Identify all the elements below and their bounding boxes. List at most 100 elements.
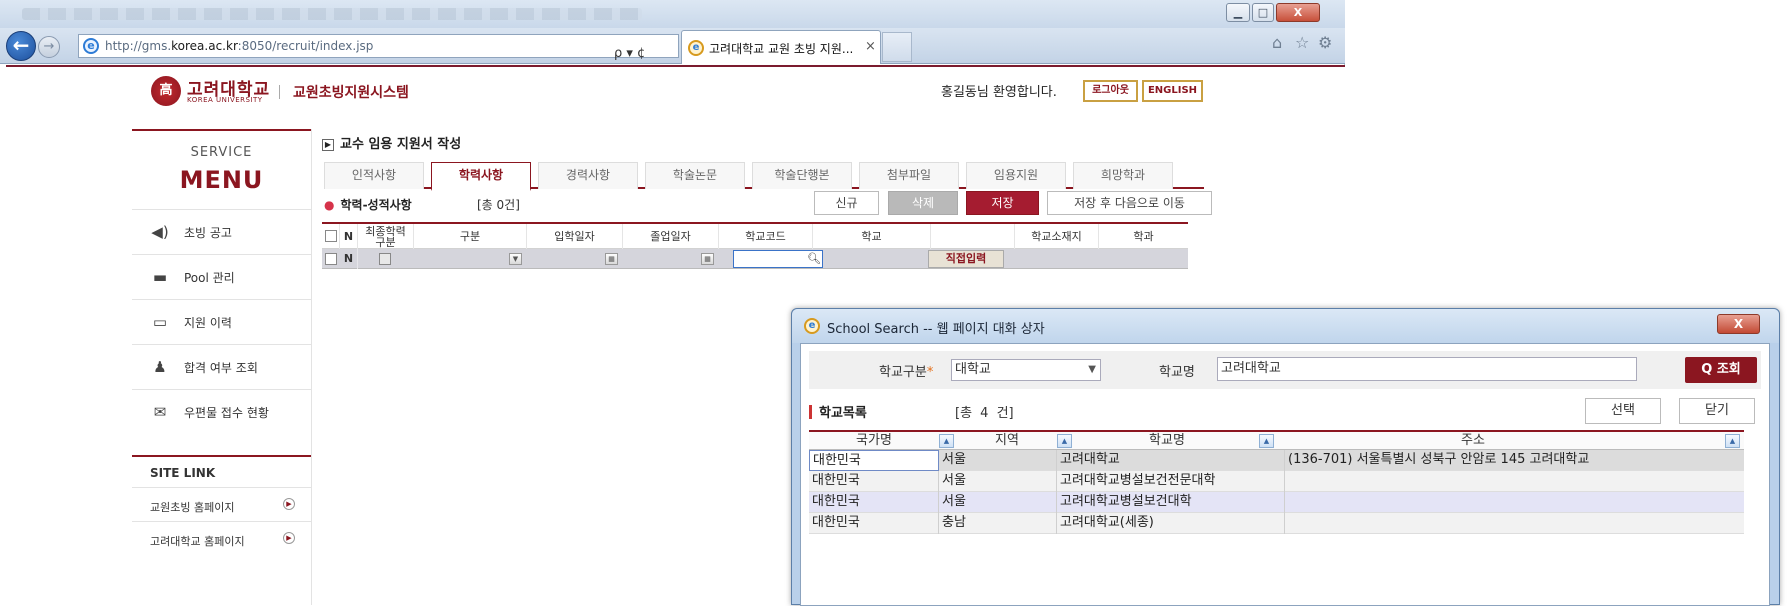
ie-tab-icon: e [688,40,704,56]
select-all-checkbox[interactable] [325,230,337,242]
sidebar-item-label: 우편물 접수 현황 [184,406,269,420]
sidebar-item-mail[interactable]: ✉ 우편물 접수 현황 [132,389,311,434]
save-button[interactable]: 저장 [966,191,1039,215]
table-row[interactable]: 대한민국 서울 고려대학교병설보건전문대학 [809,471,1744,492]
sort-icon[interactable]: ▲ [939,434,954,448]
cell-school[interactable]: 고려대학교병설보건대학 [1057,492,1285,513]
direct-input-button[interactable]: 직접입력 [928,250,1004,268]
tab-close-icon[interactable]: × [865,39,876,54]
cell-address[interactable]: (136-701) 서울특별시 성북구 안암로 145 고려대학교 [1285,450,1744,471]
cell-address[interactable] [1285,471,1744,492]
welcome-text: 홍길동님 환영합니다. [941,85,1057,100]
search-refresh-icons[interactable]: ρ ▾ ¢ [614,43,645,65]
school-name-label: 학교명 [1159,365,1195,380]
col-address[interactable]: 주소 [1277,432,1669,450]
tab-personal[interactable]: 인적사항 [324,162,424,189]
tab-papers[interactable]: 학술논문 [645,162,745,189]
dialog-titlebar[interactable]: e School Search -- 웹 페이지 대화 상자 X [792,309,1779,343]
back-button[interactable]: ← [6,31,36,61]
delete-button[interactable]: 삭제 [888,191,958,215]
grid-header-final-degree: 최종학력 구분 [358,224,414,249]
calendar-icon[interactable]: ▦ [701,253,714,265]
browser-tab[interactable]: e 고려대학교 교원 초빙 지원... × [681,30,881,64]
minimize-button[interactable]: ▁ [1226,3,1250,22]
blurred-toolbar [22,8,642,20]
col-region[interactable]: 지역 [957,432,1057,450]
dialog-close-button[interactable]: X [1717,314,1760,334]
cell-country[interactable]: 대한민국 [809,513,939,534]
page-title: ▶ 교수 임용 지원서 작성 [322,133,461,152]
grid-header-n: N [340,224,358,249]
school-type-select[interactable]: 대학교 ▼ [951,359,1101,381]
search-icon[interactable]: 🔍︎ [807,252,821,265]
select-button[interactable]: 선택 [1585,398,1661,424]
dialog-body: 학교구분* 대학교 ▼ 학교명 고려대학교 Q 조회 학교목록 [총 4 건] 선… [800,343,1770,606]
grid-header-entry-date: 입학일자 [527,224,623,249]
new-tab-button[interactable] [882,32,912,62]
dropdown-icon[interactable]: ▼ [509,253,522,265]
table-row[interactable]: N ▼ ▦ ▦ 🔍︎ 직접입력 [322,249,1188,269]
cell-region[interactable]: 충남 [939,513,1057,534]
row-checkbox[interactable] [325,253,337,265]
grid-header: N 최종학력 구분 구분 입학일자 졸업일자 학교코드 학교 학교소재지 학과 [322,222,1188,249]
maximize-button[interactable]: □ [1252,3,1274,22]
final-degree-checkbox[interactable] [379,253,391,265]
forward-button[interactable]: → [38,36,60,58]
col-country[interactable]: 국가명 [809,432,939,450]
gear-icon[interactable]: ⚙ [1318,33,1332,52]
cell-country[interactable]: 대한민국 [809,471,939,492]
sidebar-item-label: 합격 여부 조회 [184,361,258,375]
star-icon[interactable]: ☆ [1295,33,1309,52]
cell-region[interactable]: 서울 [939,450,1057,471]
cell-region[interactable]: 서울 [939,471,1057,492]
cell-country[interactable]: 대한민국 [809,450,939,471]
col-school[interactable]: 학교명 [1075,432,1259,450]
cell-school[interactable]: 고려대학교병설보건전문대학 [1057,471,1285,492]
sidebar-item-label: 지원 이력 [184,316,232,330]
sidebar-item-pool[interactable]: ▬ Pool 관리 [132,254,311,299]
tab-department[interactable]: 희망학과 [1073,162,1173,189]
tab-career[interactable]: 경력사항 [538,162,638,189]
sort-icon[interactable]: ▲ [1259,434,1274,448]
link-university-homepage[interactable]: 고려대학교 홈페이지 ▶ [132,521,311,555]
mail-icon: ✉ [153,403,167,421]
link-recruit-homepage[interactable]: 교원초빙 홈페이지 ▶ [132,487,311,521]
table-row[interactable]: 대한민국 서울 고려대학교병설보건대학 [809,492,1744,513]
cell-school[interactable]: 고려대학교 [1057,450,1285,471]
table-row[interactable]: 대한민국 서울 고려대학교 (136-701) 서울특별시 성북구 안암로 14… [809,450,1744,471]
logout-button[interactable]: 로그아웃 [1083,80,1138,102]
tab-education[interactable]: 학력사항 [431,162,531,191]
sort-icon[interactable]: ▲ [1057,434,1072,448]
sidebar-item-result[interactable]: ♟ 합격 여부 조회 [132,344,311,389]
home-icon[interactable]: ⌂ [1272,33,1282,52]
tab-books[interactable]: 학술단행본 [752,162,852,189]
school-code-input[interactable]: 🔍︎ [733,250,823,268]
table-row[interactable]: 대한민국 충남 고려대학교(세종) [809,513,1744,534]
window-close-button[interactable]: X [1276,3,1320,22]
cell-region[interactable]: 서울 [939,492,1057,513]
sort-icon[interactable]: ▲ [1725,434,1740,448]
cell-address[interactable] [1285,492,1744,513]
calendar-icon[interactable]: ▦ [605,253,618,265]
sidebar-item-history[interactable]: ▭ 지원 이력 [132,299,311,344]
school-search-dialog: e School Search -- 웹 페이지 대화 상자 X 학교구분* 대… [791,308,1780,606]
address-bar[interactable]: e http://gms.korea.ac.kr:8050/recruit/in… [78,34,679,61]
chevron-down-icon[interactable]: ▼ [1088,360,1096,380]
navigation-bar: ← → e http://gms.korea.ac.kr:8050/recrui… [0,28,1345,64]
tab-application[interactable]: 임용지원 [966,162,1066,189]
new-button[interactable]: 신규 [814,191,879,215]
cell-address[interactable] [1285,513,1744,534]
tab-attachments[interactable]: 첨부파일 [859,162,959,189]
english-button[interactable]: ENGLISH [1142,80,1203,102]
school-name-input[interactable]: 고려대학교 [1217,357,1637,381]
cell-country[interactable]: 대한민국 [809,492,939,513]
url-text[interactable]: http://gms.korea.ac.kr:8050/recruit/inde… [105,35,373,57]
search-button[interactable]: Q 조회 [1685,357,1757,383]
university-logo[interactable]: 高 [151,76,181,106]
save-next-button[interactable]: 저장 후 다음으로 이동 [1047,191,1212,215]
close-button[interactable]: 닫기 [1679,398,1755,424]
sidebar-item-recruit-notice[interactable]: ◀︎) 초빙 공고 [132,209,311,254]
link-label: 교원초빙 홈페이지 [150,501,235,514]
cell-school[interactable]: 고려대학교(세종) [1057,513,1285,534]
page-top-border [6,65,1345,67]
